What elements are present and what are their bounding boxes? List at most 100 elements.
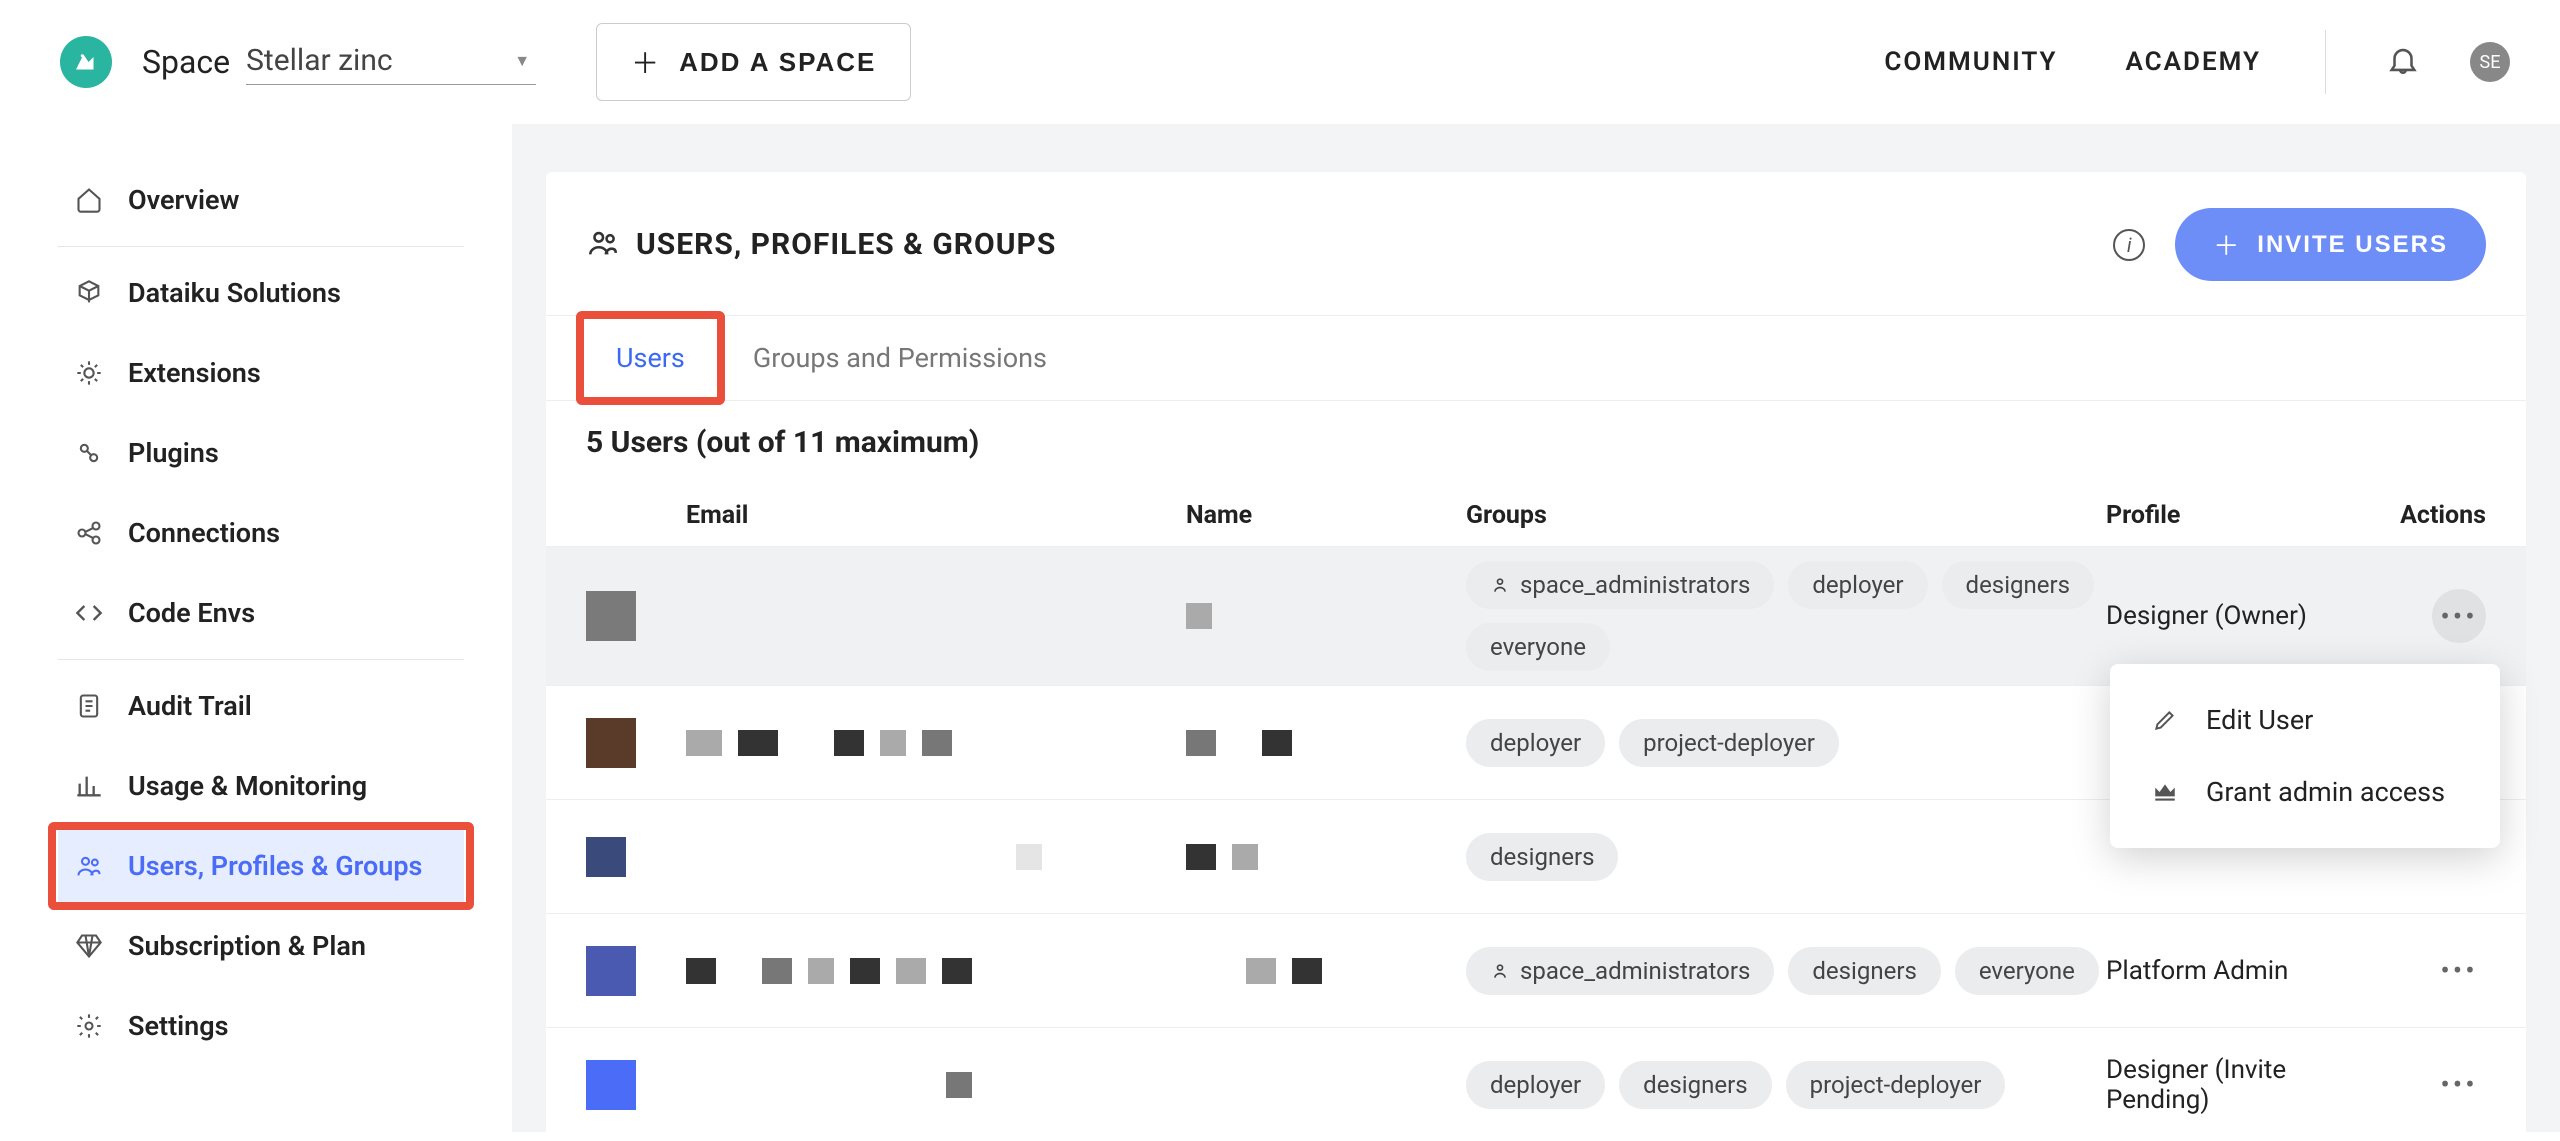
menu-item-label: Edit User bbox=[2206, 704, 2313, 736]
row-actions-menu: Edit User Grant admin access bbox=[2110, 664, 2500, 848]
more-button[interactable]: ••• bbox=[2432, 589, 2486, 643]
sidebar-item-plugins[interactable]: Plugins bbox=[58, 413, 464, 493]
user-avatar bbox=[586, 591, 636, 641]
profile-cell: Platform Admin bbox=[2106, 956, 2386, 986]
th-name: Name bbox=[1186, 501, 1466, 530]
more-button[interactable]: ••• bbox=[2432, 1058, 2486, 1112]
caret-down-icon: ▼ bbox=[514, 51, 530, 71]
logo[interactable] bbox=[60, 36, 112, 88]
group-chip[interactable]: project-deployer bbox=[1786, 1061, 2006, 1109]
group-chip[interactable]: designers bbox=[1619, 1061, 1771, 1109]
group-chip[interactable]: designers bbox=[1466, 833, 1618, 881]
invite-users-label: INVITE USERS bbox=[2257, 231, 2448, 259]
name-cell bbox=[1186, 844, 1466, 870]
sidebar-item-dataiku-solutions[interactable]: Dataiku Solutions bbox=[58, 253, 464, 333]
sidebar-item-label: Dataiku Solutions bbox=[128, 277, 341, 309]
bell-icon[interactable] bbox=[2386, 43, 2420, 81]
home-icon bbox=[72, 186, 106, 214]
tab-users[interactable]: Users bbox=[582, 316, 719, 400]
community-link[interactable]: COMMUNITY bbox=[1884, 47, 2057, 77]
plug-icon bbox=[72, 439, 106, 467]
tab-label: Groups and Permissions bbox=[753, 342, 1047, 374]
email-cell bbox=[686, 1072, 1186, 1098]
email-cell bbox=[686, 958, 1186, 984]
plus-icon: ＋ bbox=[2213, 226, 2241, 263]
card-header: USERS, PROFILES & GROUPS i ＋ INVITE USER… bbox=[546, 172, 2526, 315]
sidebar-item-label: Settings bbox=[128, 1010, 229, 1042]
sidebar-item-label: Subscription & Plan bbox=[128, 930, 366, 962]
sidebar-item-label: Users, Profiles & Groups bbox=[128, 850, 422, 882]
user-avatar[interactable]: SE bbox=[2470, 42, 2510, 82]
tabs: Users Groups and Permissions bbox=[546, 315, 2526, 401]
invite-users-button[interactable]: ＋ INVITE USERS bbox=[2175, 208, 2486, 281]
space-label: Space bbox=[142, 43, 230, 81]
name-cell bbox=[1186, 730, 1466, 756]
group-chip[interactable]: project-deployer bbox=[1619, 719, 1839, 767]
th-email: Email bbox=[686, 501, 1186, 530]
sidebar-item-label: Overview bbox=[128, 184, 239, 216]
sidebar: Overview Dataiku Solutions Extensions Pl… bbox=[0, 124, 512, 1132]
th-groups: Groups bbox=[1466, 501, 2106, 530]
group-chip[interactable]: designers bbox=[1788, 947, 1940, 995]
groups-cell: space_administrators designers everyone bbox=[1466, 947, 2106, 995]
group-chip[interactable]: deployer bbox=[1466, 719, 1605, 767]
sidebar-item-subscription-plan[interactable]: Subscription & Plan bbox=[58, 906, 464, 986]
th-profile: Profile bbox=[2106, 501, 2386, 530]
group-chip[interactable]: space_administrators bbox=[1466, 947, 1774, 995]
group-chip[interactable]: space_administrators bbox=[1466, 561, 1774, 609]
group-chip[interactable]: designers bbox=[1942, 561, 2094, 609]
users-icon bbox=[72, 852, 106, 880]
sidebar-item-connections[interactable]: Connections bbox=[58, 493, 464, 573]
gear-icon bbox=[72, 1012, 106, 1040]
table-header: Email Name Groups Profile Actions bbox=[546, 484, 2526, 546]
tab-groups-permissions[interactable]: Groups and Permissions bbox=[719, 316, 1081, 400]
users-icon bbox=[586, 226, 620, 264]
cube-icon bbox=[72, 279, 106, 307]
main-panel: USERS, PROFILES & GROUPS i ＋ INVITE USER… bbox=[512, 124, 2560, 1132]
user-avatar bbox=[586, 837, 626, 877]
user-count: 5 Users (out of 11 maximum) bbox=[546, 401, 2526, 484]
table-row: space_administrators designers everyone … bbox=[546, 913, 2526, 1027]
academy-link[interactable]: ACADEMY bbox=[2126, 47, 2261, 77]
email-cell bbox=[686, 844, 1186, 870]
sidebar-item-label: Connections bbox=[128, 517, 280, 549]
space-select[interactable]: Stellar zinc ▼ bbox=[246, 39, 536, 85]
group-chip[interactable]: deployer bbox=[1466, 1061, 1605, 1109]
tab-label: Users bbox=[616, 342, 685, 374]
user-avatar bbox=[586, 946, 636, 996]
plus-icon: ＋ bbox=[631, 42, 661, 82]
sidebar-item-users-profiles-groups[interactable]: Users, Profiles & Groups bbox=[58, 826, 464, 906]
group-chip[interactable]: deployer bbox=[1788, 561, 1927, 609]
sidebar-item-code-envs[interactable]: Code Envs bbox=[58, 573, 464, 653]
groups-cell: designers bbox=[1466, 833, 2106, 881]
sidebar-item-label: Audit Trail bbox=[128, 690, 252, 722]
menu-item-edit-user[interactable]: Edit User bbox=[2110, 684, 2500, 756]
name-cell bbox=[1186, 958, 1466, 984]
add-space-button[interactable]: ＋ ADD A SPACE bbox=[596, 23, 911, 101]
sidebar-item-overview[interactable]: Overview bbox=[58, 160, 464, 240]
name-cell bbox=[1186, 603, 1466, 629]
th-actions: Actions bbox=[2386, 501, 2486, 530]
more-button[interactable]: ••• bbox=[2432, 944, 2486, 998]
space-select-value: Stellar zinc bbox=[246, 43, 504, 78]
profile-cell: Designer (Owner) bbox=[2106, 601, 2386, 631]
code-icon bbox=[72, 599, 106, 627]
topbar: Space Stellar zinc ▼ ＋ ADD A SPACE COMMU… bbox=[0, 0, 2560, 124]
chart-icon bbox=[72, 772, 106, 800]
crown-icon bbox=[2150, 779, 2180, 805]
email-cell bbox=[686, 730, 1186, 756]
card-title: USERS, PROFILES & GROUPS bbox=[636, 227, 1056, 262]
sidebar-item-usage-monitoring[interactable]: Usage & Monitoring bbox=[58, 746, 464, 826]
menu-item-label: Grant admin access bbox=[2206, 776, 2445, 808]
sidebar-item-label: Code Envs bbox=[128, 597, 255, 629]
sidebar-item-audit-trail[interactable]: Audit Trail bbox=[58, 666, 464, 746]
user-avatar bbox=[586, 718, 636, 768]
group-chip[interactable]: everyone bbox=[1955, 947, 2099, 995]
info-icon[interactable]: i bbox=[2113, 229, 2145, 261]
sidebar-item-extensions[interactable]: Extensions bbox=[58, 333, 464, 413]
menu-item-grant-admin[interactable]: Grant admin access bbox=[2110, 756, 2500, 828]
link-icon bbox=[72, 519, 106, 547]
group-chip[interactable]: everyone bbox=[1466, 623, 1610, 671]
clipboard-icon bbox=[72, 692, 106, 720]
sidebar-item-settings[interactable]: Settings bbox=[58, 986, 464, 1066]
